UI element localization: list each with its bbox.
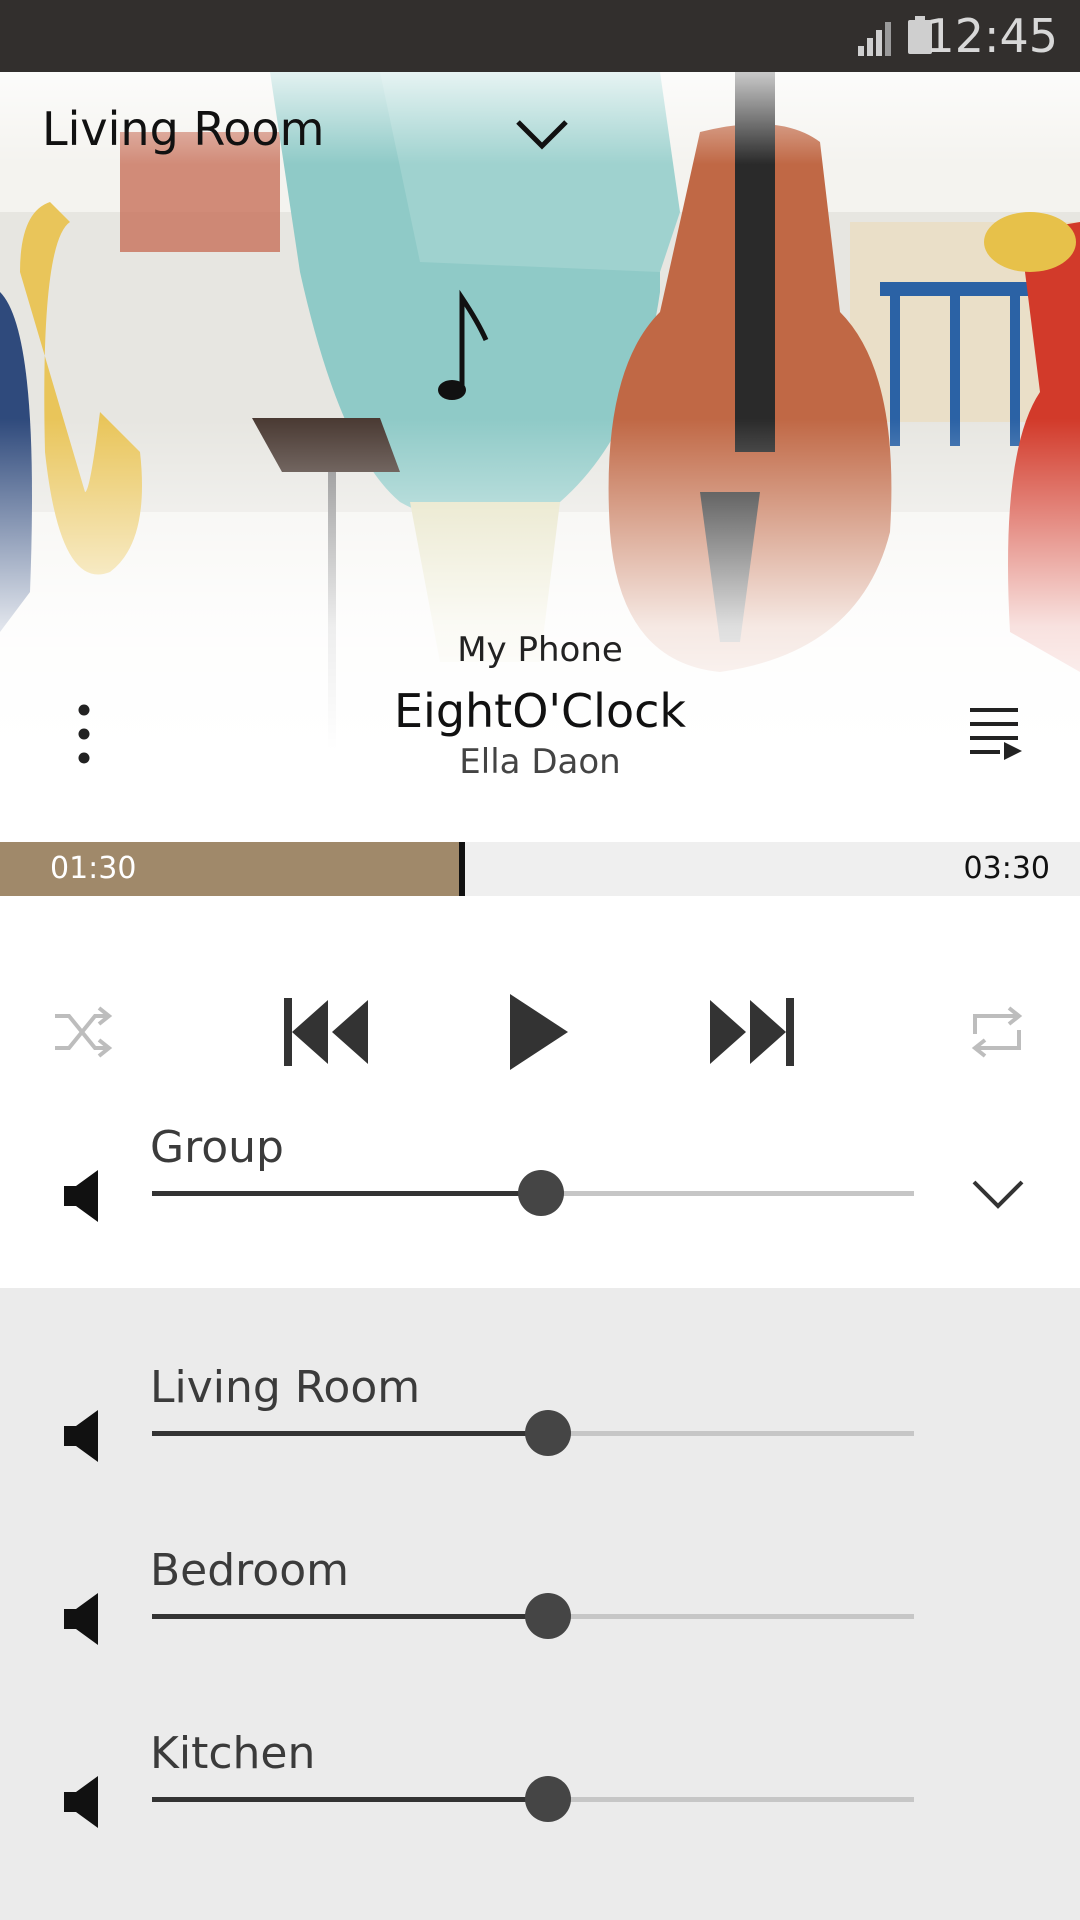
previous-button[interactable] — [272, 990, 382, 1074]
speaker-icon[interactable] — [62, 1774, 102, 1830]
play-icon — [510, 994, 568, 1070]
repeat-icon — [971, 1006, 1023, 1058]
volume-thumb[interactable] — [517, 1170, 564, 1216]
speaker-icon[interactable] — [62, 1408, 102, 1464]
progress-marker[interactable] — [459, 842, 466, 896]
volume-thumb[interactable] — [525, 1776, 572, 1822]
progress-bar[interactable]: 01:30 03:30 — [0, 842, 1080, 896]
group-label: Group — [150, 1122, 284, 1173]
volume-fill — [152, 1614, 549, 1619]
source-label: My Phone — [457, 630, 623, 670]
artist-name: Ella Daon — [459, 742, 621, 782]
speaker-label-bedroom: Bedroom — [150, 1545, 350, 1596]
repeat-button[interactable] — [942, 990, 1052, 1074]
volume-fill — [152, 1431, 549, 1436]
song-title: EightO'Clock — [393, 684, 687, 738]
living-room-volume-slider[interactable] — [152, 1410, 914, 1456]
volume-thumb[interactable] — [525, 1593, 572, 1639]
signal-icon — [858, 22, 891, 56]
previous-icon — [284, 998, 368, 1066]
shuffle-icon — [55, 1006, 113, 1058]
kitchen-volume-slider[interactable] — [152, 1776, 914, 1822]
status-time: 12:45 — [925, 9, 1058, 63]
speaker-label-living-room: Living Room — [150, 1362, 421, 1413]
next-button[interactable] — [696, 990, 806, 1074]
next-icon — [710, 998, 794, 1066]
volume-thumb[interactable] — [525, 1410, 572, 1456]
status-bar: 12:45 — [0, 0, 1080, 72]
speaker-icon[interactable] — [62, 1591, 102, 1647]
chevron-down-icon[interactable] — [512, 114, 572, 154]
volume-fill — [152, 1191, 541, 1196]
speaker-label-kitchen: Kitchen — [150, 1728, 316, 1779]
more-options-icon[interactable] — [64, 704, 104, 764]
total-duration: 03:30 — [963, 851, 1050, 886]
volume-fill — [152, 1797, 549, 1802]
play-button[interactable] — [484, 990, 594, 1074]
speaker-icon[interactable] — [62, 1168, 102, 1224]
queue-icon[interactable] — [966, 704, 1026, 760]
elapsed-time: 01:30 — [50, 851, 137, 886]
group-volume-slider[interactable] — [152, 1170, 914, 1216]
bedroom-volume-slider[interactable] — [152, 1593, 914, 1639]
shuffle-button[interactable] — [28, 990, 138, 1074]
room-title[interactable]: Living Room — [42, 102, 324, 156]
chevron-down-icon[interactable] — [970, 1176, 1026, 1212]
